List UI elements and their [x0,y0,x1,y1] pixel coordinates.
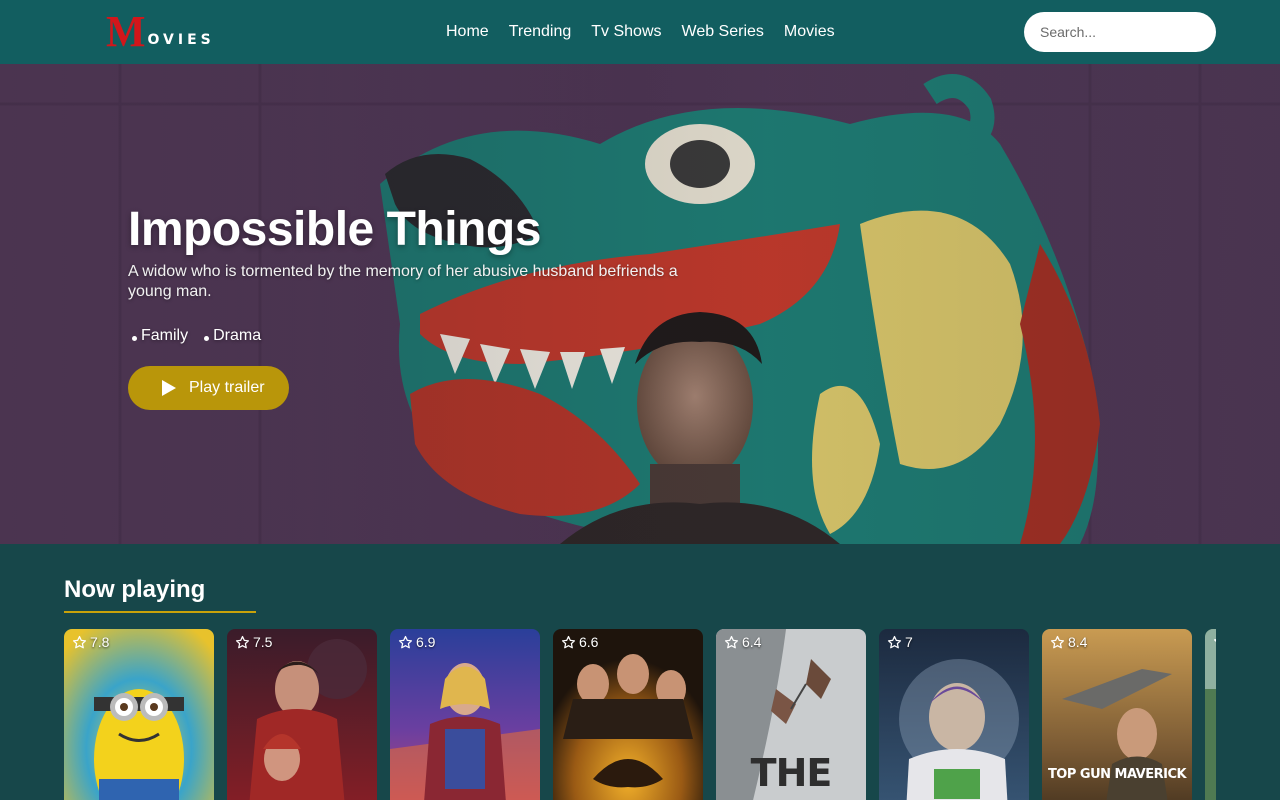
rating-value: 6.9 [416,634,436,650]
star-icon [724,635,739,648]
rating-badge: 8.4 [1050,634,1087,650]
rating-value: 6.6 [579,634,599,650]
rating-value: 6.4 [742,634,762,650]
star-icon [1213,639,1216,642]
hero-title: Impossible Things [128,203,541,256]
movie-card[interactable]: THE LEDGE 6.4 [716,629,866,800]
play-trailer-label: Play trailer [189,379,265,396]
now-playing-heading: Now playing [64,576,206,603]
lightyear-poster [879,629,1029,800]
genre-label: Family [141,327,189,344]
doctor-strange-poster [227,629,377,800]
genre-label: Drama [213,327,262,344]
top-navbar: M OVIES Home Trending Tv Shows Web Serie… [0,0,1280,64]
nav-web-series[interactable]: Web Series [672,0,774,64]
genre-list: Family Drama [128,327,261,345]
star-icon [887,635,902,648]
hero-banner: Impossible Things A widow who is torment… [0,64,1280,544]
rating-badge [1213,634,1216,649]
star-icon [398,635,413,648]
nav-tv-shows[interactable]: Tv Shows [581,0,671,64]
now-playing-carousel[interactable]: 7.8 7.5 6.9 6.6 THE 6.4 7 TOP GUN MAVERI… [64,629,1216,800]
poster-title-text: THE LEDGE [724,751,859,800]
rating-value: 7.8 [90,634,110,650]
rating-badge: 6.4 [724,634,761,650]
rating-badge: 7.8 [72,634,109,650]
star-icon [235,635,250,648]
rating-value: 8.4 [1068,634,1088,650]
bullet-icon [132,335,137,341]
search-input[interactable] [1024,12,1216,52]
movie-card[interactable]: 6.9 [390,629,540,800]
rating-value: 7 [905,634,913,650]
nav-home[interactable]: Home [436,0,499,64]
movie-card[interactable]: 7.8 [64,629,214,800]
rating-badge: 7.5 [235,634,272,650]
poster-title-text: TOP GUN MAVERICK [1047,767,1187,782]
genre-tag: Family [128,327,188,345]
movie-poster-partial [1205,629,1216,800]
movies-logo[interactable]: M OVIES [105,7,215,56]
star-icon [561,635,576,648]
logo-initial: M [106,7,145,56]
heading-underline [64,611,256,613]
genre-tag: Drama [200,327,261,345]
rating-value: 7.5 [253,634,273,650]
rating-badge: 7 [887,634,913,650]
hero-overlay [0,64,1280,544]
thor-poster [390,629,540,800]
play-icon [162,380,176,396]
play-trailer-button[interactable]: Play trailer [128,366,289,410]
movie-card[interactable]: 7 [879,629,1029,800]
movie-card[interactable]: TOP GUN MAVERICK 8.4 [1042,629,1192,800]
star-icon [1050,635,1065,648]
movie-card[interactable]: 6.6 [553,629,703,800]
hero-description: A widow who is tormented by the memory o… [128,263,678,300]
rating-badge: 6.6 [561,634,598,650]
main-nav: Home Trending Tv Shows Web Series Movies [436,0,845,64]
star-icon [72,635,87,648]
movie-card[interactable] [1205,629,1216,800]
jurassic-world-poster [553,629,703,800]
nav-movies[interactable]: Movies [774,0,845,64]
bullet-icon [204,335,210,341]
rating-badge: 6.9 [398,634,435,650]
logo-text: OVIES [147,32,215,48]
nav-trending[interactable]: Trending [499,0,582,64]
movie-card[interactable]: 7.5 [227,629,377,800]
minions-poster [64,629,214,800]
